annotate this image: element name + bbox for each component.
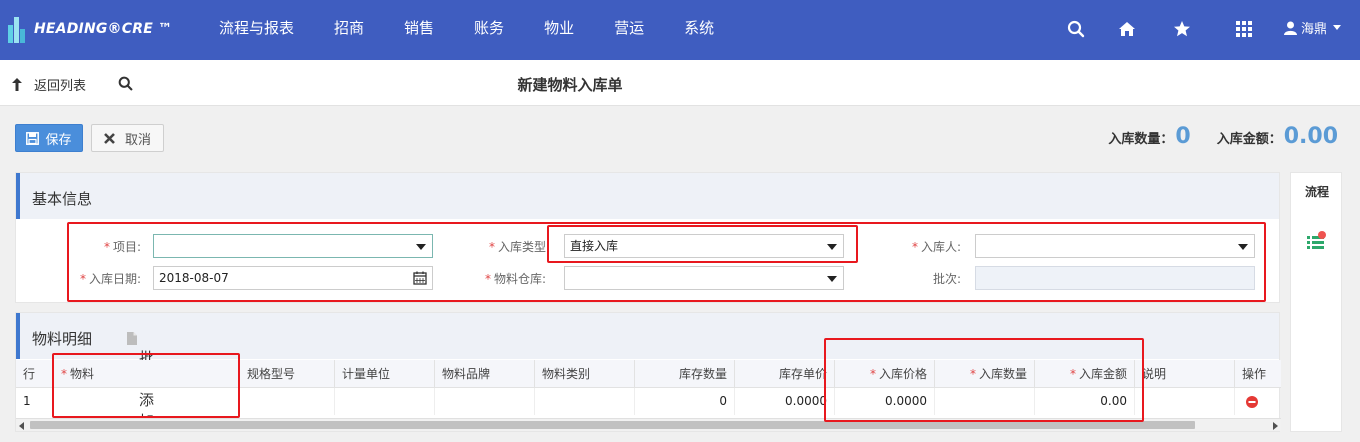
caret-down-icon (1333, 25, 1342, 30)
apps-grid-icon[interactable] (1235, 20, 1253, 38)
col-stock-price: 库存单价 (735, 360, 835, 388)
main-menu: 流程与报表 招商 销售 账务 物业 营运 系统 (199, 0, 734, 60)
highlight-frame (52, 353, 240, 418)
cell-stock-price: 0.0000 (735, 388, 835, 415)
cancel-button[interactable]: 取消 (91, 124, 164, 152)
menu-item-accounts[interactable]: 账务 (454, 0, 524, 60)
cell-unit (335, 388, 435, 415)
search-icon[interactable] (118, 76, 133, 91)
material-details-title: 物料明细 (32, 330, 93, 348)
close-icon (104, 132, 115, 144)
menu-item-reports[interactable]: 流程与报表 (199, 0, 314, 60)
page-header-bar: 返回列表 新建物料入库单 (0, 60, 1360, 106)
save-label: 保存 (45, 132, 72, 148)
qty-total-value: 0 (1175, 124, 1191, 149)
cell-stock-qty: 0 (635, 388, 735, 415)
col-spec: 规格型号 (240, 360, 335, 388)
cell-row: 1 (16, 388, 54, 415)
list-icon[interactable] (1306, 231, 1328, 251)
basic-info-title: 基本信息 (32, 190, 93, 208)
col-note: 说明 (1135, 360, 1235, 388)
menu-item-leasing[interactable]: 招商 (314, 0, 384, 60)
side-panel: 流程 (1290, 172, 1342, 432)
top-navbar: HEADING®CRE ™ 流程与报表 招商 销售 账务 物业 营运 系统 海鼎 (0, 0, 1360, 60)
basic-info-header: 基本信息 (16, 173, 1279, 219)
floppy-disk-icon (26, 131, 40, 145)
amount-total-value: 0.00 (1283, 124, 1338, 149)
back-to-list-button[interactable]: 返回列表 (12, 75, 86, 94)
batch-add-button[interactable]: 批量添加 (127, 332, 154, 430)
col-unit: 计量单位 (335, 360, 435, 388)
menu-item-sales[interactable]: 销售 (384, 0, 454, 60)
delete-row-icon[interactable] (1246, 396, 1258, 408)
amount-total-label: 入库金额： (1216, 132, 1282, 147)
qty-total-label: 入库数量： (1108, 132, 1174, 147)
back-label: 返回列表 (34, 79, 87, 94)
brand-logo[interactable]: HEADING®CRE ™ (8, 12, 172, 46)
search-icon[interactable] (1067, 20, 1085, 38)
cell-actions (1235, 388, 1281, 415)
home-icon[interactable] (1118, 20, 1136, 38)
highlight-frame (547, 225, 858, 263)
col-stock-qty: 库存数量 (635, 360, 735, 388)
cell-note[interactable] (1135, 388, 1235, 415)
scroll-right-icon[interactable] (1273, 422, 1278, 430)
col-category: 物料类别 (535, 360, 635, 388)
brand-name: HEADING®CRE ™ (34, 21, 173, 37)
menu-item-system[interactable]: 系统 (664, 0, 734, 60)
scroll-left-icon[interactable] (19, 422, 24, 430)
logo-icon (8, 15, 28, 43)
col-actions: 操作 (1242, 367, 1267, 381)
save-button[interactable]: 保存 (15, 124, 83, 152)
cell-spec (240, 388, 335, 415)
star-icon[interactable] (1173, 20, 1191, 38)
menu-item-property[interactable]: 物业 (524, 0, 594, 60)
summary-totals: 入库数量： 0 入库金额： 0.00 (1108, 124, 1338, 149)
document-icon (127, 332, 137, 345)
tab-workflow[interactable]: 流程 (1291, 183, 1343, 200)
cancel-label: 取消 (124, 132, 151, 148)
user-name: 海鼎 (1301, 22, 1328, 37)
menu-item-operation[interactable]: 营运 (594, 0, 664, 60)
return-arrow-icon (12, 78, 22, 91)
user-menu[interactable]: 海鼎 (1284, 18, 1342, 37)
cell-brand (435, 388, 535, 415)
cell-category (535, 388, 635, 415)
col-row: 行 (16, 360, 54, 388)
user-icon (1284, 21, 1297, 35)
scrollbar-thumb[interactable] (30, 421, 1195, 429)
highlight-frame (824, 338, 1144, 422)
col-brand: 物料品牌 (435, 360, 535, 388)
page-title: 新建物料入库单 (517, 76, 623, 94)
